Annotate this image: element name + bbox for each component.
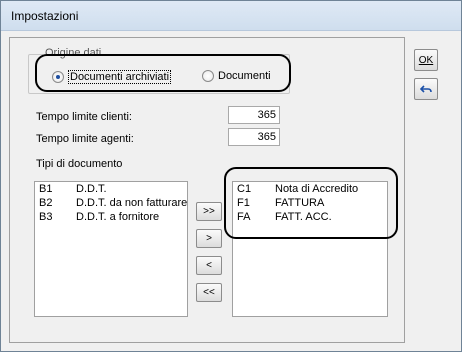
origine-dati-legend: Origine dati bbox=[43, 47, 104, 59]
tempo-limite-agenti-label: Tempo limite agenti: bbox=[36, 133, 134, 145]
ok-label: OK bbox=[418, 54, 434, 66]
add-all-button[interactable]: >> bbox=[196, 202, 222, 221]
remove-button[interactable]: < bbox=[196, 256, 222, 275]
list-item-code: B3 bbox=[39, 211, 53, 223]
list-item[interactable]: B2 D.D.T. da non fatturare bbox=[39, 197, 187, 211]
list-item-desc: Nota di Accredito bbox=[275, 183, 359, 195]
radio-checked-indicator bbox=[52, 71, 64, 83]
radio-label: Documenti bbox=[218, 70, 271, 82]
remove-all-button[interactable]: << bbox=[196, 283, 222, 302]
radio-unchecked-indicator bbox=[202, 70, 214, 82]
title-bar: Impostazioni bbox=[1, 1, 461, 31]
add-button[interactable]: > bbox=[196, 229, 222, 248]
list-item[interactable]: F1 FATTURA bbox=[237, 197, 387, 211]
list-item-desc: FATT. ACC. bbox=[275, 211, 332, 223]
undo-button[interactable] bbox=[414, 78, 438, 100]
list-item-desc: D.D.T. a fornitore bbox=[76, 211, 160, 223]
list-item-desc: FATTURA bbox=[275, 197, 325, 209]
list-item-code: F1 bbox=[237, 197, 250, 209]
radio-label: Documenti archiviati bbox=[68, 70, 172, 84]
tempo-limite-clienti-label: Tempo limite clienti: bbox=[36, 111, 132, 123]
list-item[interactable]: C1 Nota di Accredito bbox=[237, 183, 387, 197]
list-item-code: C1 bbox=[237, 183, 252, 195]
radio-documenti-archiviati[interactable]: Documenti archiviati bbox=[52, 70, 172, 84]
list-item-code: B2 bbox=[39, 197, 53, 209]
list-item[interactable]: B3 D.D.T. a fornitore bbox=[39, 211, 187, 225]
list-item[interactable]: FA FATT. ACC. bbox=[237, 211, 387, 225]
list-item[interactable]: B1 D.D.T. bbox=[39, 183, 187, 197]
list-item-code: FA bbox=[237, 211, 251, 223]
radio-documenti[interactable]: Documenti bbox=[202, 70, 271, 82]
undo-icon bbox=[420, 84, 432, 94]
list-item-desc: D.D.T. bbox=[76, 183, 107, 195]
list-item-desc: D.D.T. da non fatturare bbox=[76, 197, 188, 209]
available-doc-types-list[interactable]: B1 D.D.T. B2 D.D.T. da non fatturare B3 … bbox=[34, 181, 188, 317]
tempo-limite-agenti-input[interactable]: 365 bbox=[228, 128, 280, 146]
selected-doc-types-list[interactable]: C1 Nota di Accredito F1 FATTURA FA FATT.… bbox=[232, 181, 388, 317]
ok-button[interactable]: OK bbox=[414, 49, 438, 71]
list-item-code: B1 bbox=[39, 183, 53, 195]
tipi-documento-label: Tipi di documento bbox=[36, 158, 123, 170]
window-title: Impostazioni bbox=[11, 9, 79, 23]
tempo-limite-clienti-input[interactable]: 365 bbox=[228, 106, 280, 124]
